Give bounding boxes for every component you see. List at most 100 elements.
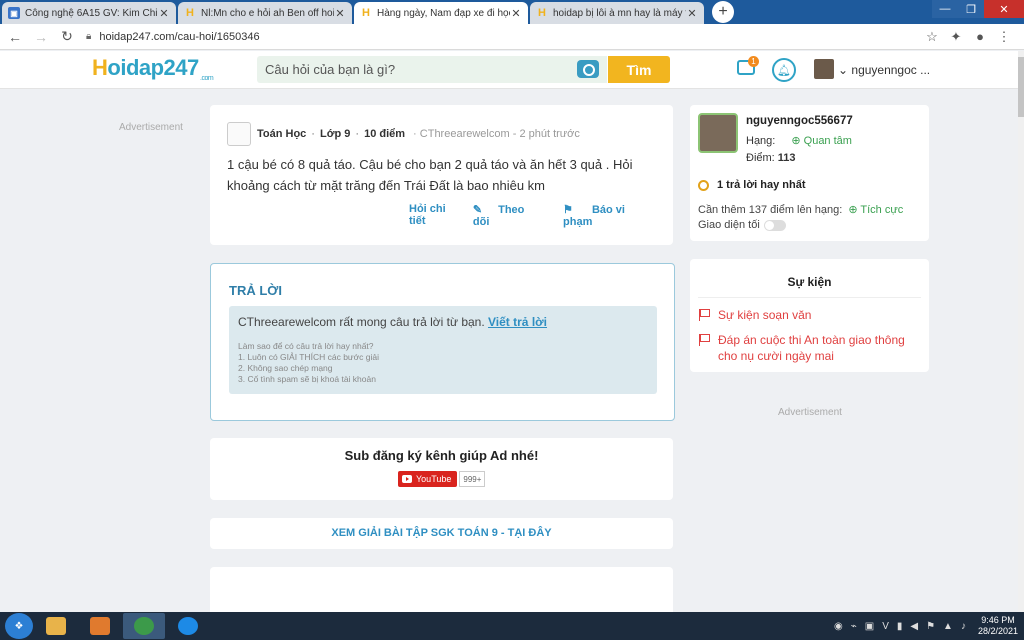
hoidap-icon: H <box>186 7 194 19</box>
maximize-icon[interactable]: ❐ <box>958 0 984 18</box>
advertisement-label: Advertisement <box>778 407 842 418</box>
flag-tray-icon[interactable]: ⚑ <box>926 621 935 632</box>
grade[interactable]: Lớp 9 <box>320 128 350 140</box>
question-meta: Toán Học · Lớp 9 · 10 điểm · CThreearewe… <box>227 122 580 146</box>
follow-rank: ⊕ Quan tâm <box>791 135 852 147</box>
bell-icon[interactable]: 🔔︎ <box>772 58 796 82</box>
shield-icon[interactable]: ▣ <box>865 621 874 632</box>
question-text: 1 cậu bé có 8 quả táo. Cậu bé cho bạn 2 … <box>227 157 633 193</box>
event-item[interactable]: Sự kiện soạn văn <box>698 307 811 323</box>
question-actions: Hỏi chi tiết ✎ Theo dõi ⚑ Báo vi phạm <box>409 203 673 228</box>
chrome-icon[interactable] <box>123 613 165 639</box>
window-controls: — ❐ ✕ <box>932 0 1024 18</box>
answer-title: TRẢ LỜI <box>229 283 282 298</box>
site-logo[interactable]: Hoidap247 .com <box>92 55 214 82</box>
search-button[interactable]: Tìm <box>608 56 670 83</box>
points: 10 điểm <box>364 128 406 140</box>
menu-icon[interactable]: ⋮ <box>992 29 1016 45</box>
arrow-icon: ⊕ <box>848 204 858 216</box>
usb-icon[interactable]: ⌁ <box>851 621 857 632</box>
profile-avatar[interactable] <box>698 113 738 153</box>
back-icon[interactable]: ← <box>4 29 26 45</box>
camera-icon[interactable] <box>577 60 599 78</box>
flag-icon: ⚑ <box>563 204 573 216</box>
invite-text: CThreearewelcom rất mong câu trả lời từ … <box>238 315 485 329</box>
asker-name[interactable]: CThreearewelcom <box>420 128 510 140</box>
ask-detail-button[interactable]: Hỏi chi tiết <box>409 203 457 228</box>
close-icon[interactable]: ✕ <box>158 7 170 20</box>
hoidap-icon: H <box>538 7 546 19</box>
subscribe-card: Sub đăng ký kênh giúp Ad nhé! YouTube 99… <box>210 438 673 500</box>
medal-icon <box>698 179 709 191</box>
youtube-subscribe-button[interactable]: YouTube <box>398 471 458 487</box>
volume-icon[interactable]: ◀ <box>910 621 918 632</box>
start-button[interactable]: ❖ <box>5 613 33 639</box>
close-icon[interactable]: ✕ <box>334 7 346 20</box>
star-icon[interactable]: ☆ <box>920 29 944 45</box>
profile-icon[interactable]: ● <box>968 29 992 45</box>
language-indicator[interactable]: V <box>882 621 889 632</box>
profile-card: nguyenngoc556677 Hạng: ⊕ Quan tâm Điểm: 1… <box>690 105 929 241</box>
youtube-icon <box>402 475 412 483</box>
pencil-icon: ✎ <box>472 204 483 216</box>
question-time: 2 phút trước <box>519 128 580 140</box>
need-points: Cần thêm 137 điểm lên hạng: <box>698 204 843 216</box>
user-menu[interactable]: ⌄ nguyenngoc ... <box>838 63 930 77</box>
dark-mode-toggle[interactable] <box>763 219 786 231</box>
hoidap-icon: H <box>362 7 370 19</box>
answer-invite-box: CThreearewelcom rất mong câu trả lời từ … <box>229 306 657 394</box>
new-tab-button[interactable]: + <box>712 1 734 23</box>
signal-icon[interactable]: ▲ <box>943 621 953 632</box>
event-item[interactable]: Đáp án cuộc thi An toàn giao thông cho n… <box>698 332 918 364</box>
hint-title: Làm sao để có câu trả lời hay nhất? <box>238 341 374 351</box>
classroom-icon: ▣ <box>8 7 20 19</box>
window-close-icon[interactable]: ✕ <box>984 0 1024 18</box>
flag-icon <box>698 309 710 321</box>
browser-tab-2[interactable]: H Nl:Mn cho e hỏi ah Ben off hoidap ✕ <box>178 2 352 24</box>
avatar[interactable] <box>814 59 834 79</box>
browser-tab-1[interactable]: ▣ Công nghệ 6A15 GV: Kim Chi ✕ <box>2 2 176 24</box>
speaker-icon[interactable]: ♪ <box>961 621 966 632</box>
tab-title: hoidap bị lỗi à mn hay là máy tín <box>553 7 686 19</box>
sgk-card: XEM GIẢI BÀI TẬP SGK TOÁN 9 - TẠI ĐÂY <box>210 518 673 549</box>
sgk-link[interactable]: XEM GIẢI BÀI TẬP SGK TOÁN 9 - TẠI ĐÂY <box>210 527 673 539</box>
browser-tab-3[interactable]: H Hàng ngày, Nam đạp xe đi học v ✕ <box>354 2 528 24</box>
forward-icon[interactable]: → <box>30 29 52 45</box>
tab-title: Hàng ngày, Nam đạp xe đi học v <box>377 7 510 19</box>
answer-card: TRẢ LỜI CThreearewelcom rất mong câu trả… <box>210 263 675 421</box>
follow-button[interactable]: ✎ Theo dõi <box>473 203 547 228</box>
subject[interactable]: Toán Học <box>257 128 306 140</box>
write-answer-link[interactable]: Viết trả lời <box>488 315 547 329</box>
tab-title: Nl:Mn cho e hỏi ah Ben off hoidap <box>201 7 334 19</box>
reload-icon[interactable]: ↻ <box>56 28 78 45</box>
profile-name[interactable]: nguyenngoc556677 <box>746 115 853 127</box>
events-card: Sự kiện Sự kiện soạn văn Đáp án cuộc thi… <box>690 259 929 372</box>
explorer-icon[interactable] <box>35 613 77 639</box>
close-icon[interactable]: ✕ <box>510 7 522 20</box>
media-player-icon[interactable] <box>79 613 121 639</box>
zalo-icon[interactable] <box>167 613 209 639</box>
question-card: Toán Học · Lớp 9 · 10 điểm · CThreearewe… <box>210 105 673 245</box>
search-input[interactable] <box>265 62 565 77</box>
zalo-tray-icon[interactable]: ◉ <box>834 621 843 632</box>
network-icon[interactable]: ▮ <box>897 621 903 632</box>
url-field[interactable]: 🔒︎ hoidap247.com/cau-hoi/1650346 <box>86 27 920 47</box>
arrow-icon: ⊕ <box>791 135 801 147</box>
minimize-icon[interactable]: — <box>932 0 958 18</box>
extensions-icon[interactable]: ✦ <box>944 29 968 45</box>
lock-icon: 🔒︎ <box>86 31 92 42</box>
asker-avatar[interactable] <box>227 122 251 146</box>
browser-tab-4[interactable]: H hoidap bị lỗi à mn hay là máy tín ✕ <box>530 2 704 24</box>
report-button[interactable]: ⚑ Báo vi phạm <box>563 203 657 228</box>
points-value: 113 <box>777 152 796 164</box>
taskbar: ❖ ◉ ⌁ ▣ V ▮ ◀ ⚑ ▲ ♪ 9:46 PM 28/2/2021 <box>0 612 1024 640</box>
hint-item: 1. Luôn có GIẢI THÍCH các bước giải <box>238 352 380 362</box>
advertisement-label: Advertisement <box>119 122 183 133</box>
clock[interactable]: 9:46 PM 28/2/2021 <box>978 615 1018 637</box>
scrollbar[interactable] <box>1018 51 1024 612</box>
message-badge: 1 <box>748 56 759 67</box>
address-bar: ← → ↻ 🔒︎ hoidap247.com/cau-hoi/1650346 ☆… <box>0 24 1024 50</box>
subscriber-count: 999+ <box>459 471 486 487</box>
content-card <box>210 567 673 617</box>
close-icon[interactable]: ✕ <box>686 7 698 20</box>
